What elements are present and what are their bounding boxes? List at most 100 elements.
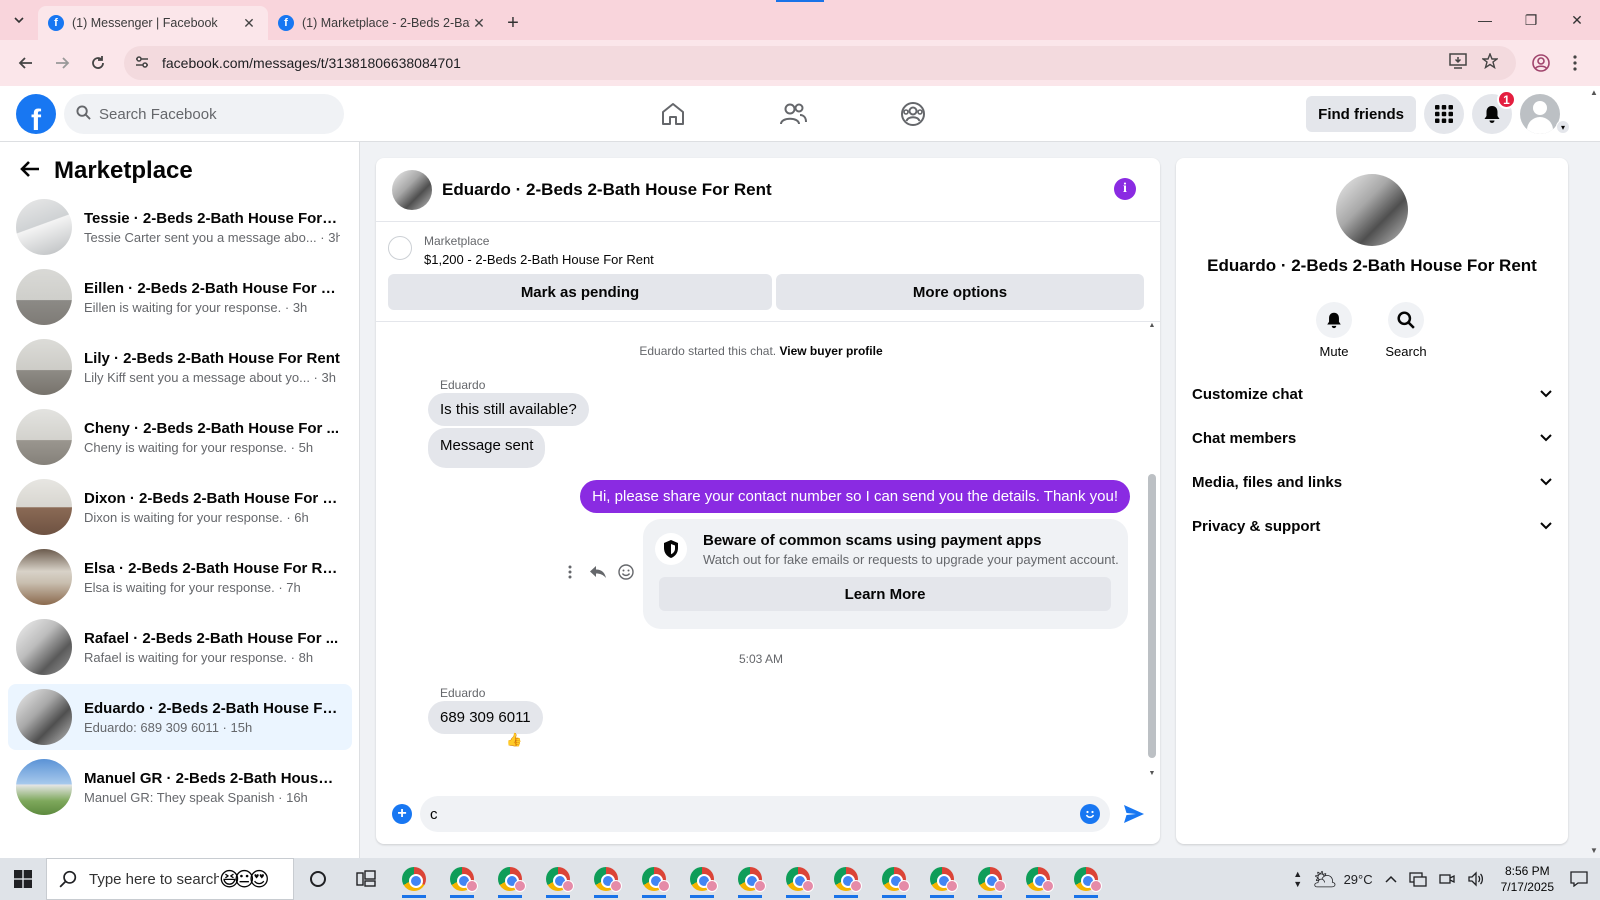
scroll-thumb[interactable] (1148, 474, 1156, 758)
install-app-icon[interactable] (1442, 52, 1474, 74)
menu-grid-button[interactable] (1424, 94, 1464, 134)
task-view-button[interactable] (342, 858, 390, 900)
scroll-up-arrow-icon[interactable]: ▲ (1148, 322, 1156, 329)
scroll-up-arrow-icon[interactable]: ▲ (1590, 88, 1598, 97)
taskbar-chrome-app[interactable] (966, 858, 1014, 900)
taskbar-chrome-app[interactable] (582, 858, 630, 900)
more-vertical-icon[interactable] (560, 565, 580, 579)
facebook-search-input[interactable] (99, 105, 319, 123)
listing-radio[interactable] (388, 236, 412, 260)
taskbar-chrome-app[interactable] (678, 858, 726, 900)
restore-icon[interactable]: ❐ (1508, 0, 1554, 40)
conversation-item[interactable]: Rafael · 2-Beds 2-Bath House For ... Rafa… (8, 614, 352, 680)
emoji-react-icon[interactable] (616, 564, 636, 580)
facebook-search[interactable] (64, 94, 344, 134)
conversation-item[interactable]: Lily · 2-Beds 2-Bath House For Rent Lily … (8, 334, 352, 400)
chat-title[interactable]: Eduardo · 2-Beds 2-Bath House For Rent (442, 180, 772, 200)
chat-members-row[interactable]: Chat members (1192, 418, 1552, 458)
taskbar-search-input[interactable] (89, 870, 219, 888)
page-scrollbar[interactable]: ▲ ▼ (1588, 86, 1600, 858)
message-input[interactable] (430, 805, 1080, 823)
reload-button[interactable] (80, 45, 116, 81)
system-clock[interactable]: 8:56 PM 7/17/2025 (1491, 863, 1564, 895)
show-hidden-icons-chevron-icon[interactable] (1379, 875, 1403, 883)
back-arrow-icon[interactable] (20, 158, 40, 184)
notifications-button[interactable]: 1 (1472, 90, 1516, 134)
incoming-message[interactable]: 689 309 6011 (428, 701, 543, 734)
more-options-button[interactable]: More options (776, 274, 1144, 310)
chat-scrollbar[interactable]: ▲ ▼ (1148, 322, 1156, 782)
browser-tab-marketplace[interactable]: f (1) Marketplace - 2-Beds 2-Bath ✕ (268, 6, 498, 40)
media-files-links-row[interactable]: Media, files and links (1192, 462, 1552, 502)
nav-home[interactable] (618, 86, 728, 142)
volume-icon[interactable] (1461, 871, 1491, 887)
notification-center-icon[interactable] (1564, 871, 1600, 887)
privacy-support-row[interactable]: Privacy & support (1192, 506, 1552, 546)
back-button[interactable] (8, 45, 44, 81)
facebook-logo-icon[interactable]: f (16, 94, 56, 134)
thumbs-up-reaction-icon[interactable]: 👍 (506, 732, 522, 748)
mark-as-pending-button[interactable]: Mark as pending (388, 274, 772, 310)
taskbar-chrome-app[interactable] (486, 858, 534, 900)
search-in-chat-button[interactable]: Search (1371, 302, 1441, 359)
chat-avatar[interactable] (392, 169, 432, 210)
webcam-icon[interactable] (1433, 871, 1461, 887)
conversation-item[interactable]: Manuel GR · 2-Beds 2-Bath House ... Manue… (8, 754, 352, 820)
weather-widget[interactable]: 🌥 29°C (1306, 867, 1378, 892)
mute-button[interactable]: Mute (1299, 302, 1369, 359)
bookmark-star-icon[interactable] (1474, 51, 1506, 74)
incoming-message[interactable]: Message sent (428, 428, 546, 468)
start-button[interactable] (0, 858, 46, 900)
nav-friends[interactable] (738, 86, 848, 142)
conversation-item-selected[interactable]: Eduardo · 2-Beds 2-Bath House Fo... Eduar… (8, 684, 352, 750)
tab-search-button[interactable] (0, 0, 38, 40)
view-buyer-profile-link[interactable]: View buyer profile (779, 344, 882, 358)
new-tab-button[interactable]: + (498, 6, 528, 40)
taskbar-chrome-app[interactable] (918, 858, 966, 900)
browser-profile-button[interactable] (1524, 46, 1558, 80)
account-avatar[interactable] (1520, 94, 1560, 134)
taskbar-chrome-app[interactable] (726, 858, 774, 900)
close-window-icon[interactable]: ✕ (1554, 0, 1600, 40)
omnibox[interactable]: facebook.com/messages/t/3138180663808470… (124, 46, 1516, 80)
scroll-down-arrow-icon[interactable]: ▼ (1590, 846, 1598, 855)
taskbar-chrome-app[interactable] (1014, 858, 1062, 900)
conversation-item[interactable]: Elsa · 2-Beds 2-Bath House For Rent Elsa … (8, 544, 352, 610)
outgoing-message[interactable]: Hi, please share your contact number so … (580, 480, 1130, 513)
taskbar-chrome-app[interactable] (1062, 858, 1110, 900)
taskbar-chrome-app[interactable] (870, 858, 918, 900)
conversation-item[interactable]: Dixon · 2-Beds 2-Bath House For R... Dixo… (8, 474, 352, 540)
message-input-wrapper[interactable] (420, 796, 1110, 832)
taskbar-chrome-app[interactable] (630, 858, 678, 900)
learn-more-button[interactable]: Learn More (659, 577, 1111, 611)
browser-menu-button[interactable] (1558, 46, 1592, 80)
info-icon[interactable]: i (1114, 178, 1136, 200)
browser-tab-messenger[interactable]: f (1) Messenger | Facebook ✕ (38, 6, 268, 40)
reply-icon[interactable] (588, 565, 608, 579)
scroll-down-arrow-icon[interactable]: ▼ (1148, 770, 1156, 777)
chat-info-avatar[interactable] (1336, 174, 1408, 246)
taskbar-search[interactable]: 😆😐😍 (46, 858, 294, 900)
close-tab-icon[interactable]: ✕ (470, 15, 488, 32)
find-friends-button[interactable]: Find friends (1306, 96, 1416, 132)
conversation-item[interactable]: Tessie · 2-Beds 2-Bath House For R... Tes… (8, 194, 352, 260)
site-settings-icon[interactable] (134, 54, 156, 73)
send-icon[interactable] (1116, 804, 1152, 824)
network-icon[interactable] (1403, 871, 1433, 887)
taskbar-chrome-app[interactable] (822, 858, 870, 900)
taskbar-chrome-app[interactable] (438, 858, 486, 900)
listing-price-title[interactable]: $1,200 - 2-Beds 2-Bath House For Rent (424, 252, 654, 267)
url-text[interactable]: facebook.com/messages/t/3138180663808470… (162, 55, 1442, 71)
taskbar-chrome-app[interactable] (534, 858, 582, 900)
minimize-icon[interactable]: — (1462, 0, 1508, 40)
taskbar-chrome-app[interactable] (774, 858, 822, 900)
emoji-icon[interactable] (1080, 804, 1100, 824)
customize-chat-row[interactable]: Customize chat (1192, 374, 1552, 414)
conversation-item[interactable]: Eillen · 2-Beds 2-Bath House For R... Eil… (8, 264, 352, 330)
forward-button[interactable] (44, 45, 80, 81)
incoming-message[interactable]: Is this still available? (428, 393, 589, 426)
nav-groups[interactable] (858, 86, 968, 142)
conversation-item[interactable]: Cheny · 2-Beds 2-Bath House For ... Cheny… (8, 404, 352, 470)
close-tab-icon[interactable]: ✕ (240, 15, 258, 32)
taskbar-scroll-arrows-icon[interactable]: ▲ ▼ (1289, 869, 1306, 889)
